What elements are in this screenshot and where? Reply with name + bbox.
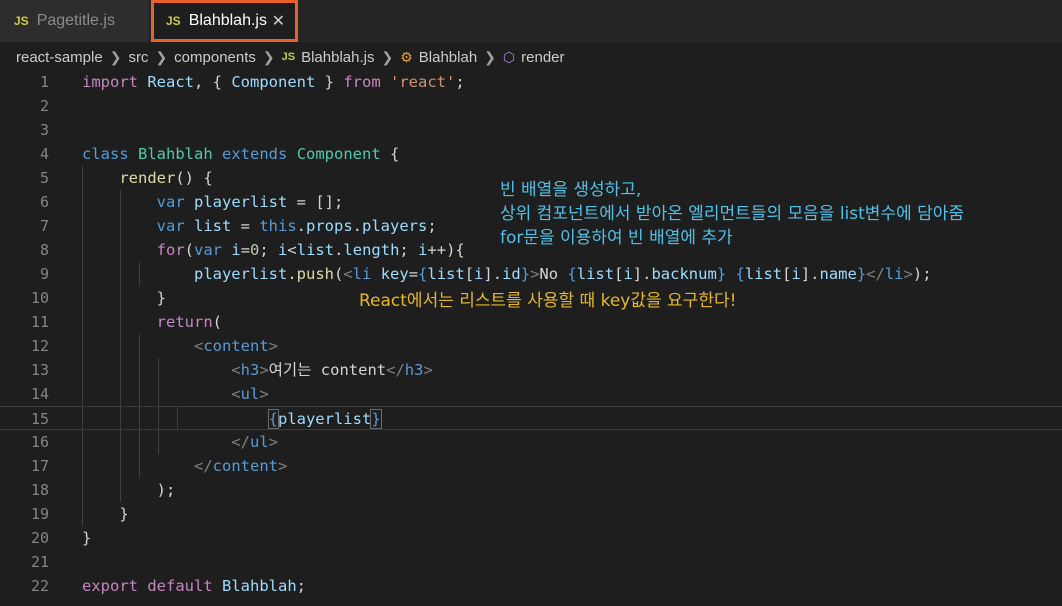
code-line: 20} bbox=[0, 526, 1062, 550]
code-line: 18 ); bbox=[0, 478, 1062, 502]
code-line: 17 </content> bbox=[0, 454, 1062, 478]
breadcrumb-item-class[interactable]: Blahblah bbox=[419, 49, 477, 66]
chevron-right-icon: ❯ bbox=[262, 48, 275, 65]
line-number: 21 bbox=[30, 553, 49, 571]
tab-bar: JS Pagetitle.js JS Blahblah.js ✕ bbox=[0, 0, 1062, 42]
chevron-right-icon: ❯ bbox=[155, 48, 168, 65]
annotation-note-orange: React에서는 리스트를 사용할 때 key값을 요구한다! bbox=[359, 291, 737, 311]
code-line: 14 <ul> bbox=[0, 382, 1062, 406]
line-number: 19 bbox=[30, 505, 49, 523]
code-editor[interactable]: 1 import React, { Component } from 'react… bbox=[0, 70, 1062, 606]
close-icon[interactable]: ✕ bbox=[272, 11, 285, 31]
tab-label: Pagetitle.js bbox=[36, 12, 115, 29]
code-line: 22 export default Blahblah; bbox=[0, 574, 1062, 598]
method-symbol-icon: ⬡ bbox=[502, 48, 516, 65]
annotation-line: 상위 컴포넌트에서 받아온 엘리먼트들의 모음을 list변수에 담아줌 bbox=[500, 204, 965, 224]
tab-blahblah[interactable]: JS Blahblah.js ✕ bbox=[151, 0, 298, 42]
line-number: 18 bbox=[30, 481, 49, 499]
chevron-right-icon: ❯ bbox=[484, 48, 496, 65]
code-line: 16 </ul> bbox=[0, 430, 1062, 454]
line-number: 6 bbox=[39, 193, 49, 211]
chevron-right-icon: ❯ bbox=[109, 48, 122, 65]
breadcrumb-item-file[interactable]: Blahblah.js bbox=[301, 49, 374, 66]
line-number: 11 bbox=[30, 313, 49, 331]
breadcrumb: react-sample ❯ src ❯ components ❯ JS Bla… bbox=[0, 44, 1062, 70]
code-line: 19 } bbox=[0, 502, 1062, 526]
line-number: 7 bbox=[39, 217, 49, 235]
code-line: 3 bbox=[0, 118, 1062, 142]
chevron-right-icon: ❯ bbox=[381, 48, 394, 65]
line-number: 5 bbox=[39, 169, 49, 187]
line-number: 2 bbox=[39, 97, 49, 115]
line-number: 22 bbox=[30, 577, 49, 595]
code-line: 9 playerlist.push(<li key={list[i].id}>N… bbox=[0, 262, 1062, 286]
line-number: 13 bbox=[30, 361, 49, 379]
annotation-line: for문을 이용하여 빈 배열에 추가 bbox=[500, 228, 733, 248]
line-number: 15 bbox=[30, 410, 49, 428]
line-number: 1 bbox=[39, 73, 49, 91]
line-number: 20 bbox=[30, 529, 49, 547]
line-number: 16 bbox=[30, 433, 49, 451]
line-number: 14 bbox=[30, 385, 49, 403]
code-line: 4 class Blahblah extends Component { bbox=[0, 142, 1062, 166]
class-symbol-icon: ⚙ bbox=[400, 48, 413, 65]
annotation-note-blue: 빈 배열을 생성하고, 상위 컴포넌트에서 받아온 엘리먼트들의 모음을 lis… bbox=[500, 178, 964, 250]
line-number: 3 bbox=[39, 121, 49, 139]
code-line: 11 return( bbox=[0, 310, 1062, 334]
annotation-line: 빈 배열을 생성하고, bbox=[500, 180, 642, 200]
code-line: 12 <content> bbox=[0, 334, 1062, 358]
breadcrumb-item-method[interactable]: render bbox=[521, 49, 564, 66]
line-number: 4 bbox=[39, 145, 49, 163]
js-file-icon: JS bbox=[166, 14, 181, 28]
js-file-icon: JS bbox=[14, 14, 29, 28]
line-number: 8 bbox=[39, 241, 49, 259]
breadcrumb-item-folder[interactable]: react-sample bbox=[16, 49, 103, 66]
breadcrumb-item-folder[interactable]: components bbox=[174, 49, 256, 66]
code-line: 13 <h3>여기는 content</h3> bbox=[0, 358, 1062, 382]
code-line: 1 import React, { Component } from 'react… bbox=[0, 70, 1062, 94]
line-number: 17 bbox=[30, 457, 49, 475]
tab-label: Blahblah.js bbox=[188, 12, 267, 29]
code-line: 21 bbox=[0, 550, 1062, 574]
code-line: 2 bbox=[0, 94, 1062, 118]
line-number: 12 bbox=[30, 337, 49, 355]
tab-pagetitle[interactable]: JS Pagetitle.js bbox=[0, 0, 148, 42]
breadcrumb-item-folder[interactable]: src bbox=[128, 49, 148, 66]
code-line-current: 15 {playerlist} bbox=[0, 406, 1062, 430]
line-number: 9 bbox=[39, 265, 49, 283]
js-file-icon: JS bbox=[281, 51, 296, 63]
line-number: 10 bbox=[30, 289, 49, 307]
